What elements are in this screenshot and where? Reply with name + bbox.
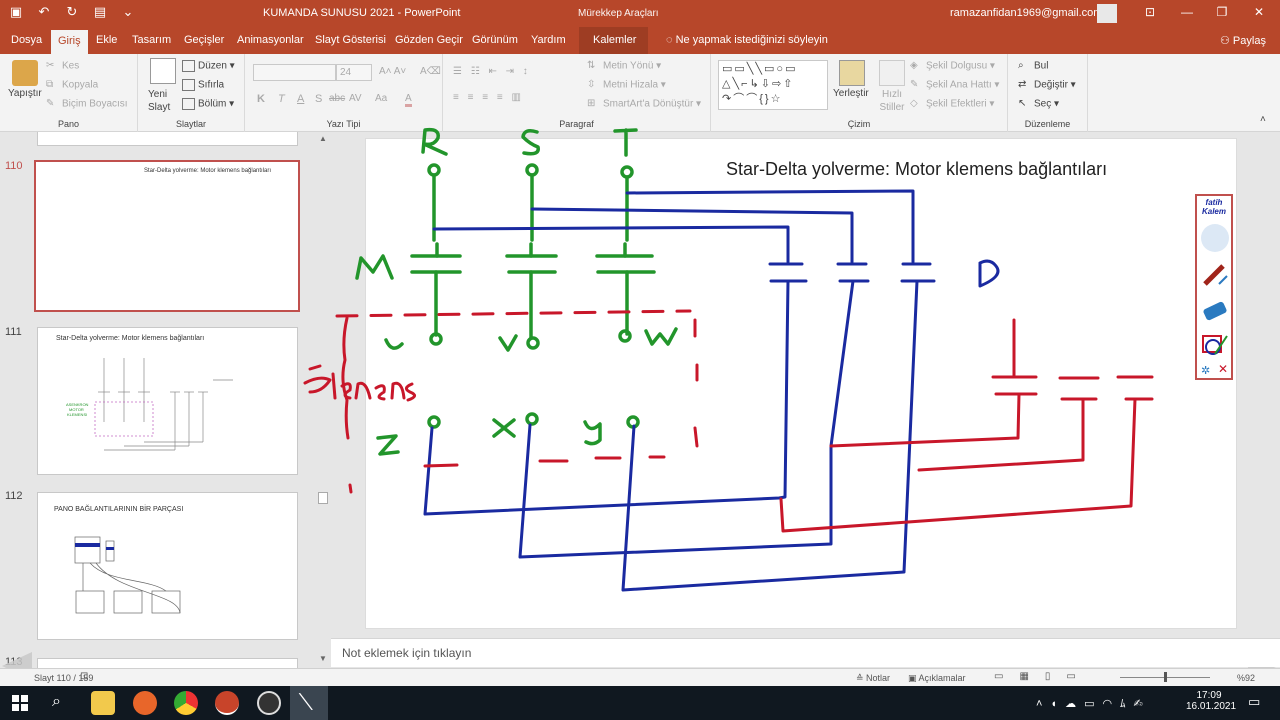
ink-letter-x: [492, 418, 516, 438]
view-buttons[interactable]: ▭▦▯▭: [994, 671, 1092, 682]
ink-diagram[interactable]: [0, 0, 1280, 720]
notes-pane[interactable]: Not eklemek için tıklayın: [331, 638, 1280, 667]
ink-letter-r: [421, 127, 448, 156]
pen-toolbar: fatih Kalem ✲ ✕: [1195, 194, 1233, 380]
powerpoint-icon[interactable]: [215, 691, 239, 715]
clock[interactable]: 17:09 16.01.2021: [1186, 690, 1237, 712]
obs-icon[interactable]: [257, 691, 281, 715]
ink-letter-v: [498, 334, 518, 352]
ink-letter-z: [376, 434, 400, 456]
shapes-tool-icon[interactable]: [1201, 330, 1229, 358]
pen-app-taskbar-button[interactable]: ╲: [290, 686, 328, 720]
comments-toggle[interactable]: ▣ Açıklamalar: [908, 673, 966, 684]
status-bar: Slayt 110 / 159 ⊡ ≙ Notlar ▣ Açıklamalar…: [0, 668, 1280, 686]
search-icon[interactable]: ⌕: [52, 693, 61, 711]
notification-icon[interactable]: ▭: [1248, 694, 1260, 710]
ink-letter-s: [521, 129, 540, 156]
notes-placeholder[interactable]: Not eklemek için tıklayın: [342, 646, 471, 660]
file-explorer-icon[interactable]: [91, 691, 115, 715]
clock-date: 16.01.2021: [1186, 701, 1237, 712]
firefox-icon[interactable]: [133, 691, 157, 715]
settings-gear-icon[interactable]: ✲: [1201, 364, 1210, 377]
spellcheck-icon[interactable]: ⊡: [80, 671, 88, 682]
zoom-slider-thumb[interactable]: [1164, 672, 1167, 682]
ink-letter-m: [355, 254, 394, 280]
ink-word-klemens: [303, 364, 416, 402]
notes-toggle[interactable]: ≙ Notlar: [856, 673, 890, 684]
chrome-icon[interactable]: [174, 691, 198, 715]
pen-toolbar-logo: fatih Kalem: [1201, 198, 1226, 216]
ink-letter-w: [644, 327, 678, 346]
system-tray-icons[interactable]: ˄◖☁▭◠ﾑ✍: [1036, 695, 1151, 711]
blue-ink: [423, 189, 1000, 592]
pen-icon[interactable]: [1201, 260, 1229, 288]
ink-letter-t: [613, 128, 638, 157]
pen-app-icon: ╲: [299, 693, 313, 712]
green-ink: [355, 127, 678, 456]
clock-time: 17:09: [1196, 690, 1222, 701]
zoom-level[interactable]: %92: [1237, 673, 1255, 683]
ink-letter-u: [384, 338, 404, 350]
close-pen-toolbar-icon[interactable]: ✕: [1218, 362, 1228, 376]
ink-letter-d: [978, 259, 1000, 288]
eraser-icon[interactable]: [1201, 296, 1229, 324]
windows-start-icon[interactable]: [12, 695, 28, 711]
windows-taskbar: ⌕ ╲ ˄◖☁▭◠ﾑ✍ 17:09 16.01.2021 ▭: [0, 686, 1280, 720]
pointer-hand-icon[interactable]: [1201, 224, 1229, 252]
ink-letter-y: [583, 420, 602, 446]
